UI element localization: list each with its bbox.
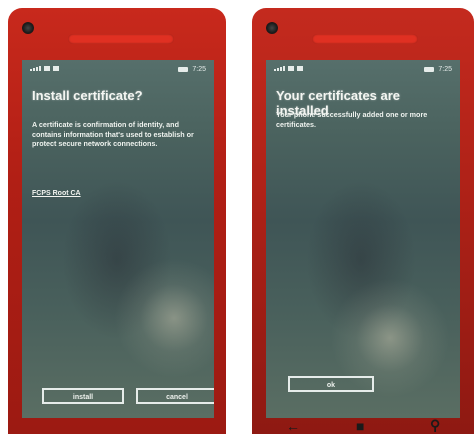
screen-certificates-installed: 7:25 Your certificates are installed You… <box>266 60 460 418</box>
screen-install-certificate: 7:25 Install certificate? A certificate … <box>22 60 214 418</box>
battery-icon <box>424 67 435 72</box>
status-bar: 7:25 <box>30 66 206 76</box>
phone-right: 7:25 Your certificates are installed You… <box>252 8 474 434</box>
status-time: 7:25 <box>192 66 206 73</box>
status-time: 7:25 <box>438 66 452 73</box>
data-icon <box>44 66 50 71</box>
battery-icon <box>178 67 189 72</box>
camera-icon <box>266 22 278 34</box>
windows-start-icon[interactable]: ■ <box>356 418 364 434</box>
search-icon[interactable]: ⚲ <box>430 417 440 434</box>
speaker-grille <box>68 34 174 44</box>
camera-icon <box>22 22 34 34</box>
wifi-icon <box>53 66 59 71</box>
speaker-grille <box>312 34 418 44</box>
signal-icon <box>274 66 285 71</box>
status-bar: 7:25 <box>274 66 452 76</box>
ok-button[interactable]: ok <box>288 376 374 392</box>
back-icon[interactable]: ← <box>286 418 300 434</box>
hardware-nav-bar: ← ■ ⚲ <box>252 416 474 434</box>
install-button[interactable]: install <box>42 388 124 404</box>
wifi-icon <box>297 66 303 71</box>
certificate-name-link[interactable]: FCPS Root CA <box>32 190 81 197</box>
page-title: Install certificate? <box>32 88 143 103</box>
data-icon <box>288 66 294 71</box>
cancel-button[interactable]: cancel <box>136 388 214 404</box>
signal-icon <box>30 66 41 71</box>
certificate-description: A certificate is confirmation of identit… <box>32 120 194 148</box>
success-message: Your phone successfully added one or mor… <box>276 110 428 129</box>
phone-left: 7:25 Install certificate? A certificate … <box>8 8 226 434</box>
